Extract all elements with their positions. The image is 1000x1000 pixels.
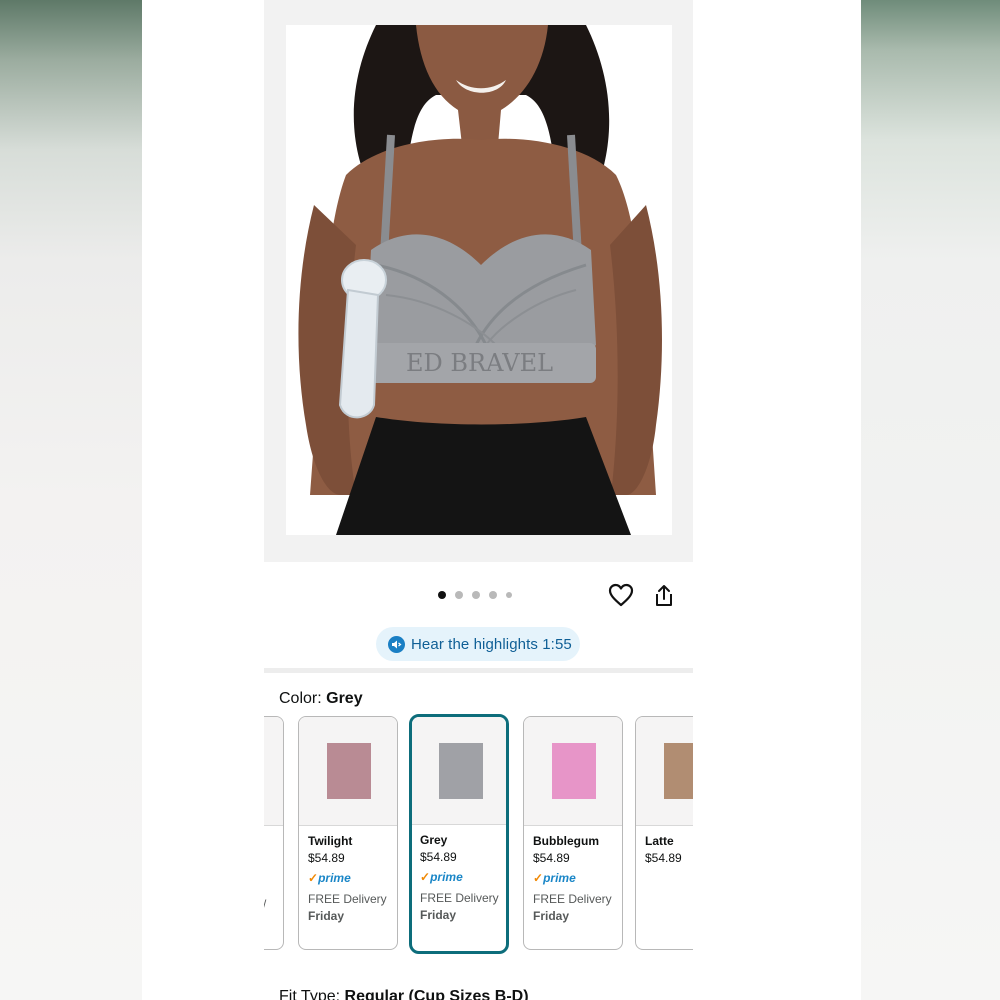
- delivery-day: Friday: [420, 908, 457, 922]
- section-divider: [264, 668, 693, 673]
- option-name: Twilight: [308, 834, 353, 848]
- svg-text:ED BRAVEL: ED BRAVEL: [406, 349, 553, 377]
- delivery-text: FREE Delivery: [420, 891, 499, 905]
- color-option-grey[interactable]: Grey $54.89 ✓prime FREE Delivery Friday: [409, 714, 509, 954]
- color-swatch-bubblegum: [552, 743, 596, 799]
- delivery-text: FREE Delivery: [533, 892, 612, 906]
- carousel-dots[interactable]: [438, 590, 512, 600]
- fit-type-value: Regular (Cup Sizes B-D): [344, 988, 529, 1000]
- prime-badge: ✓prime: [533, 871, 576, 885]
- option-price: $54.89: [645, 851, 682, 865]
- product-image-carousel[interactable]: ED BRAVEL: [264, 0, 693, 562]
- share-icon[interactable]: [650, 582, 678, 610]
- option-name: Latte: [645, 834, 674, 848]
- option-name: Grey: [420, 833, 448, 847]
- hear-highlights-label: Hear the highlights 1:55: [411, 635, 572, 653]
- carousel-dot[interactable]: [438, 591, 446, 599]
- carousel-dot[interactable]: [455, 591, 463, 599]
- color-label: Color: Grey: [279, 690, 363, 707]
- color-swatch-twilight: [327, 743, 371, 799]
- option-price: $54.89: [420, 850, 457, 864]
- color-swatch-grey: [439, 743, 483, 799]
- product-photo: ED BRAVEL: [286, 25, 672, 535]
- hear-highlights-button[interactable]: Hear the highlights 1:55: [376, 627, 580, 661]
- carousel-dot[interactable]: [506, 592, 512, 598]
- color-swatch-latte: [664, 743, 693, 799]
- fit-type-label[interactable]: Fit Type: Regular (Cup Sizes B-D): [279, 988, 529, 1000]
- carousel-dot[interactable]: [489, 591, 497, 599]
- prime-badge: ✓prime: [308, 871, 351, 885]
- background-left: [0, 0, 142, 1000]
- background-right: [861, 0, 1000, 1000]
- option-name: Bubblegum: [533, 834, 599, 848]
- heart-icon[interactable]: [607, 581, 635, 609]
- speaker-icon: [388, 635, 405, 653]
- product-page: ED BRAVEL Hear the highlights 1:55 Color…: [142, 0, 861, 1000]
- prime-badge: ✓prime: [420, 870, 463, 884]
- delivery-text: FREE Delivery: [308, 892, 387, 906]
- selected-color-value: Grey: [326, 690, 363, 707]
- color-option-card[interactable]: /: [264, 716, 284, 950]
- delivery-day: Friday: [533, 909, 570, 923]
- option-price: $54.89: [533, 851, 570, 865]
- carousel-dot[interactable]: [472, 591, 480, 599]
- color-option-bubblegum[interactable]: Bubblegum $54.89 ✓prime FREE Delivery Fr…: [523, 716, 623, 950]
- delivery-day: Friday: [308, 909, 345, 923]
- option-price: $54.89: [308, 851, 345, 865]
- color-option-latte[interactable]: Latte $54.89: [635, 716, 693, 950]
- color-swatch-row[interactable]: / Twilight $54.89 ✓prime FREE Delivery F…: [264, 714, 693, 956]
- color-option-twilight[interactable]: Twilight $54.89 ✓prime FREE Delivery Fri…: [298, 716, 398, 950]
